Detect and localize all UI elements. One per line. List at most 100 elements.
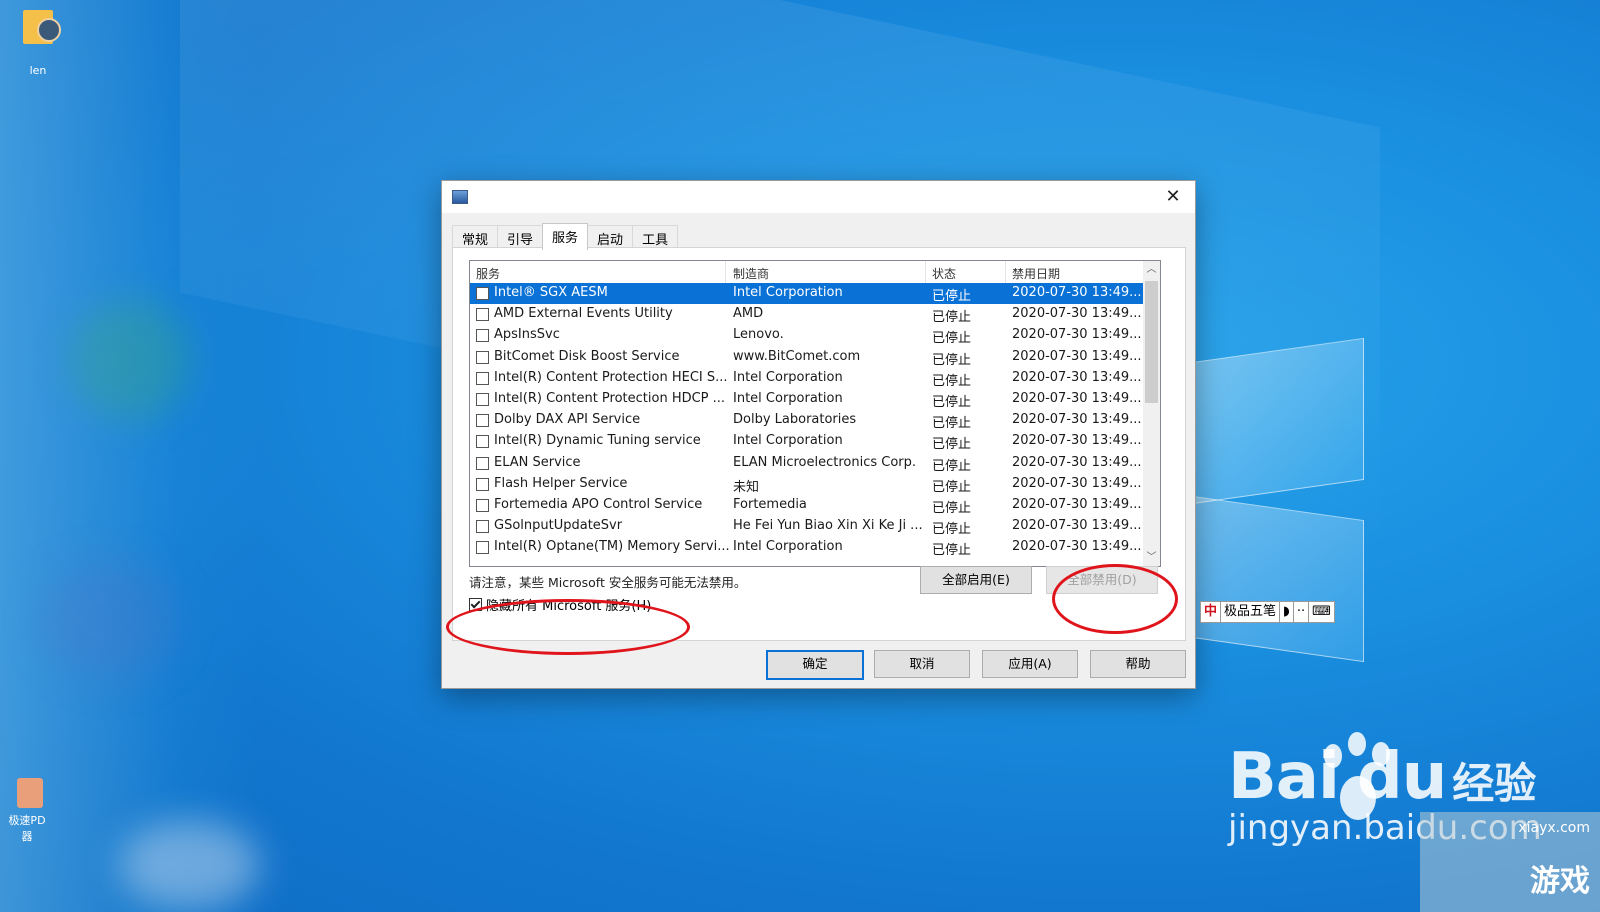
service-vendor: Intel Corporation [733,390,843,406]
service-status: 已停止 [932,437,972,453]
row-checkbox[interactable] [476,541,489,555]
tab-strip: 常规 引导 服务 启动 工具 [452,223,679,250]
service-status: 已停止 [932,331,972,347]
table-row[interactable]: GSolnputUpdateSvr He Fei Yun Biao Xin Xi … [470,516,1148,537]
table-row[interactable]: Dolby DAX API Service Dolby Laboratories 已… [470,410,1148,431]
service-vendor: AMD [733,306,764,322]
service-vendor: He Fei Yun Biao Xin Xi Ke Ji ... [733,518,923,534]
service-name: ELAN Service [494,454,581,470]
service-date: 2020-07-30 13:49... [1012,454,1142,470]
punctuation-icon[interactable]: ·· [1294,602,1310,622]
services-list: 服务 制造商 状态 禁用日期 Intel® SGX AESM Intel Corp… [469,260,1161,567]
service-vendor: Lenovo. [733,327,784,343]
service-date: 2020-07-30 13:49... [1012,475,1142,491]
scroll-thumb[interactable] [1145,281,1158,403]
service-status: 已停止 [932,394,972,410]
table-row[interactable]: Intel(R) Content Protection HDCP ... Inte… [470,389,1148,410]
table-row[interactable]: ELAN Service ELAN Microelectronics Corp. 已… [470,453,1148,474]
row-checkbox[interactable] [476,435,489,449]
table-row[interactable]: AMD External Events Utility AMD 已停止 2020-07… [470,304,1148,325]
service-date: 2020-07-30 13:49... [1012,496,1142,512]
service-date: 2020-07-30 13:49... [1012,518,1142,534]
service-status: 已停止 [932,543,972,559]
moon-icon[interactable]: ◗ [1280,602,1294,622]
row-checkbox[interactable] [476,520,489,534]
pdf-app-icon [17,778,43,808]
paw-toe-icon [1372,742,1390,766]
tab-tools[interactable]: 工具 [632,225,679,248]
help-button[interactable]: 帮助 [1090,650,1186,678]
column-header-vendor[interactable]: 制造商 [733,265,769,282]
table-row[interactable]: Intel(R) Dynamic Tuning service Intel Cor… [470,431,1148,452]
tab-startup[interactable]: 启动 [587,225,634,248]
row-checkbox[interactable] [476,477,489,491]
row-checkbox[interactable] [476,350,489,364]
desktop-icon-label: len [29,64,47,77]
service-date: 2020-07-30 13:49... [1012,433,1142,449]
tab-services[interactable]: 服务 [542,223,589,250]
ime-name[interactable]: 极品五笔 [1221,602,1281,622]
desktop-icon-label: 极速PD 器 [8,814,46,843]
keyboard-icon[interactable]: ⌨ [1309,602,1334,622]
cancel-button[interactable]: 取消 [874,650,970,678]
row-checkbox[interactable] [476,308,489,322]
enable-all-button[interactable]: 全部启用(E) [920,566,1032,594]
tab-boot[interactable]: 引导 [497,225,544,248]
service-status: 已停止 [932,373,972,389]
service-vendor: Intel Corporation [733,285,843,300]
table-row[interactable]: Intel(R) Optane(TM) Memory Servi... Intel… [470,537,1148,558]
column-header-status[interactable]: 状态 [932,265,956,282]
service-date: 2020-07-30 13:49... [1012,306,1142,322]
service-date: 2020-07-30 13:49... [1012,285,1142,300]
service-vendor: www.BitComet.com [733,348,861,364]
vertical-scrollbar[interactable]: ︿ ﹀ [1143,261,1160,566]
ok-button[interactable]: 确定 [766,650,864,680]
service-status: 已停止 [932,352,972,368]
service-date: 2020-07-30 13:49... [1012,348,1142,364]
tab-general[interactable]: 常规 [452,225,499,248]
row-checkbox[interactable] [476,456,489,470]
row-checkbox[interactable] [476,287,489,300]
service-vendor: Intel Corporation [733,539,843,555]
row-checkbox[interactable] [476,329,489,343]
table-row[interactable]: ApsInsSvc Lenovo. 已停止 2020-07-30 13:49... [470,325,1148,346]
scroll-down-icon[interactable]: ﹀ [1143,549,1160,566]
service-status: 已停止 [932,479,972,495]
scroll-up-icon[interactable]: ︿ [1143,261,1160,278]
table-row[interactable]: Intel® SGX AESM Intel Corporation 已停止 2020-… [470,283,1148,305]
apply-button[interactable]: 应用(A) [982,650,1078,678]
paw-icon [1340,776,1376,820]
service-date: 2020-07-30 13:49... [1012,539,1142,555]
watermark-brand-cn: 经验 [1452,759,1537,808]
site-watermark-url: xiayx.com [1518,820,1590,836]
table-row[interactable]: BitComet Disk Boost Service www.BitComet.… [470,347,1148,368]
service-name: Intel(R) Optane(TM) Memory Servi... [494,539,730,555]
service-vendor: 未知 [733,479,760,495]
watermark-brand: Bai [1228,740,1340,814]
table-row[interactable]: Fortemedia APO Control Service Fortemedia… [470,495,1148,516]
site-watermark-corner: xiayx.com 游戏 [1420,812,1600,912]
column-header-disable-date[interactable]: 禁用日期 [1012,265,1060,282]
service-date: 2020-07-30 13:49... [1012,369,1142,385]
close-button[interactable]: ✕ [1161,185,1185,209]
service-status: 已停止 [932,310,972,326]
row-checkbox[interactable] [476,371,489,385]
service-status: 已停止 [932,522,972,538]
row-checkbox[interactable] [476,498,489,512]
desktop-icon-pdf-reader[interactable]: 极速PD 器 [0,778,60,844]
title-bar: ✕ [442,181,1195,213]
service-name: ApsInsSvc [494,327,560,343]
service-status: 已停止 [932,416,972,432]
column-header-service[interactable]: 服务 [476,265,500,282]
ime-language-indicator[interactable]: 中 [1201,602,1222,622]
table-row[interactable]: Flash Helper Service 未知 已停止 2020-07-30 13:4… [470,474,1148,495]
table-row[interactable]: Intel(R) Content Protection HECI S... Int… [470,368,1148,389]
row-checkbox[interactable] [476,414,489,428]
blur-blob [40,560,180,680]
row-checkbox[interactable] [476,392,489,406]
blur-blob [70,300,190,420]
service-date: 2020-07-30 13:49... [1012,327,1142,343]
ime-toolbar[interactable]: 中 极品五笔 ◗ ·· ⌨ [1200,601,1335,623]
desktop-icon-user-folder[interactable]: len [8,10,68,77]
site-watermark-text: 游戏 [1530,864,1590,899]
